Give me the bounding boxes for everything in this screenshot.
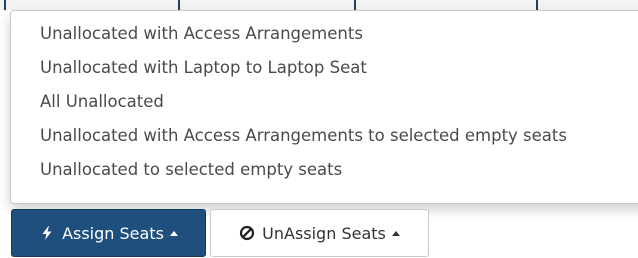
- caret-up-icon: [169, 230, 178, 236]
- background-control-edge: [354, 0, 356, 10]
- menu-item-access-arrangements-selected-seats[interactable]: Unallocated with Access Arrangements to …: [11, 119, 638, 153]
- menu-item-unallocated-selected-seats[interactable]: Unallocated to selected empty seats: [11, 153, 638, 187]
- background-control-edge: [536, 0, 538, 10]
- menu-item-all-unallocated[interactable]: All Unallocated: [11, 85, 638, 119]
- caret-up-icon: [391, 230, 400, 236]
- bolt-icon: [39, 225, 55, 241]
- unassign-seats-button[interactable]: UnAssign Seats: [210, 209, 429, 257]
- unassign-seats-label: UnAssign Seats: [262, 223, 386, 243]
- background-control-edge: [178, 0, 180, 10]
- menu-item-unallocated-access-arrangements[interactable]: Unallocated with Access Arrangements: [11, 17, 638, 51]
- assign-seats-dropdown-menu: Unallocated with Access Arrangements Una…: [10, 10, 638, 204]
- assign-seats-button[interactable]: Assign Seats: [11, 209, 206, 257]
- menu-item-unallocated-laptop-seat[interactable]: Unallocated with Laptop to Laptop Seat: [11, 51, 638, 85]
- seat-assignment-panel: Unallocated with Access Arrangements Una…: [0, 0, 638, 258]
- background-toolbar: [0, 0, 638, 10]
- background-control-edge: [4, 0, 6, 10]
- assign-seats-label: Assign Seats: [62, 223, 164, 243]
- ban-icon: [239, 225, 255, 241]
